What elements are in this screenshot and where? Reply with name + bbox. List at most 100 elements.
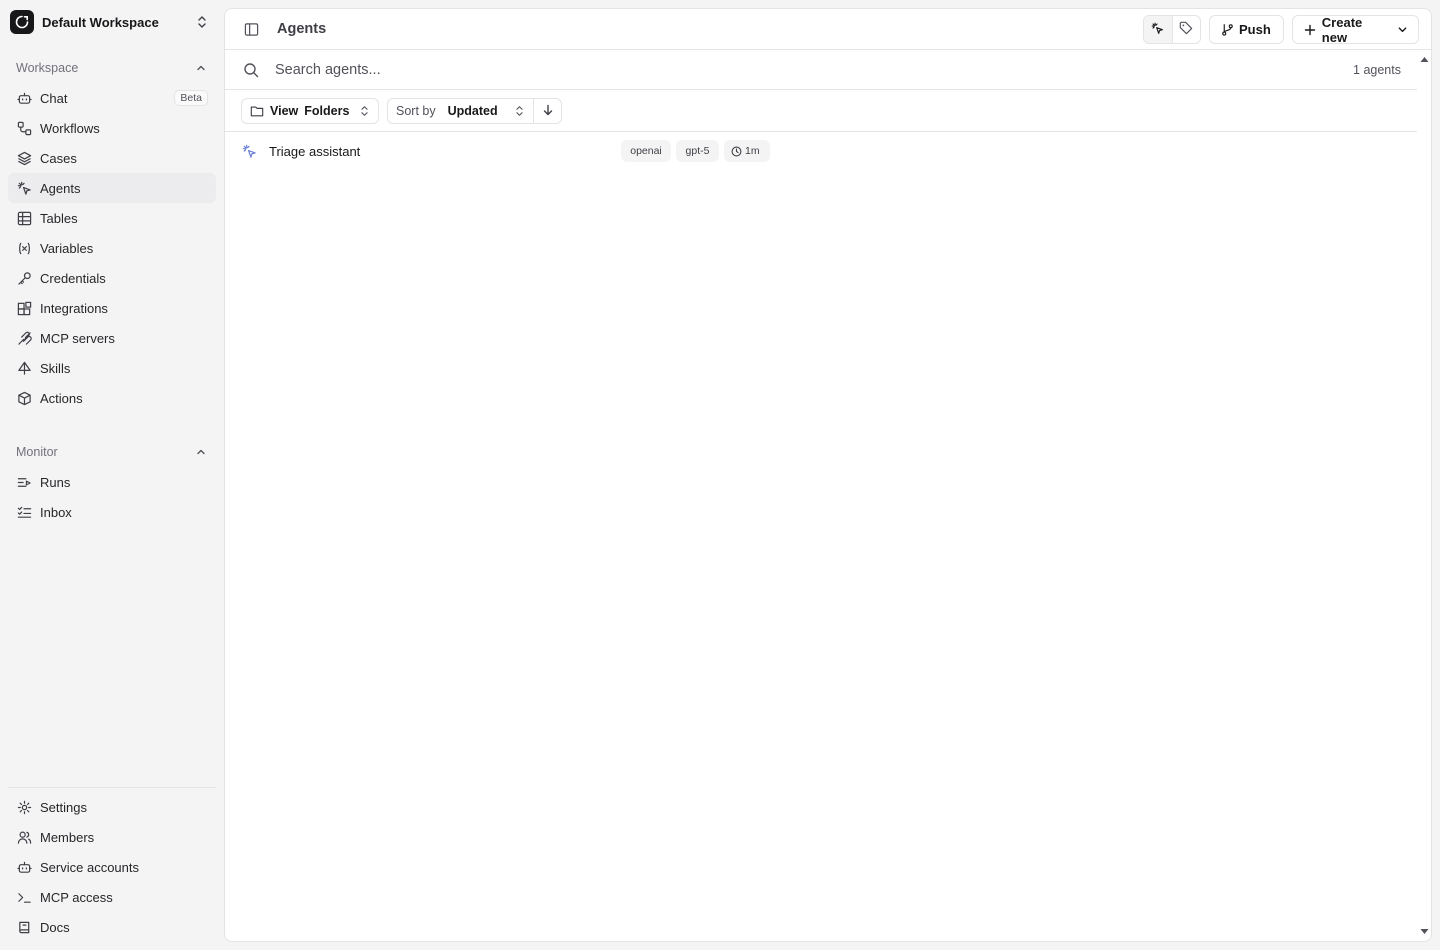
sidebar-item-label: Variables xyxy=(40,240,94,256)
bot-icon xyxy=(16,859,32,875)
updated-label: 1m xyxy=(745,145,760,157)
bottom-nav: Settings Members Service accounts MCP ac… xyxy=(8,792,216,942)
sidebar: Default Workspace Workspace Chat Beta Wo… xyxy=(0,0,224,950)
create-new-button[interactable]: Create new xyxy=(1292,14,1419,45)
beta-badge: Beta xyxy=(174,90,208,106)
sidebar-item-label: Runs xyxy=(40,474,71,490)
mcp-icon xyxy=(16,330,32,346)
sidebar-item-service-accounts[interactable]: Service accounts xyxy=(8,852,216,882)
sidebar-item-tables[interactable]: Tables xyxy=(8,203,216,233)
updated-tag: 1m xyxy=(724,140,770,162)
scroll-down-arrow-icon[interactable] xyxy=(1418,925,1430,937)
search-bar: 1 agents xyxy=(225,50,1417,90)
sidebar-item-label: MCP servers xyxy=(40,330,115,346)
sort-value: Updated xyxy=(447,104,498,118)
monitor-nav: Runs Inbox xyxy=(8,467,216,527)
sparkle-cursor-icon xyxy=(1151,22,1164,38)
push-button[interactable]: Push xyxy=(1209,15,1284,44)
list-checks-icon xyxy=(16,504,32,520)
sidebar-item-label: Actions xyxy=(40,390,83,406)
chevrons-up-down-icon xyxy=(358,104,370,118)
chevron-up-icon xyxy=(194,61,208,75)
sort-direction-button[interactable] xyxy=(533,99,561,123)
workspace-name: Default Workspace xyxy=(42,14,159,30)
workflow-icon xyxy=(16,120,32,136)
agents-view-button[interactable] xyxy=(1144,16,1172,43)
box-icon xyxy=(16,390,32,406)
sidebar-item-label: Members xyxy=(40,829,95,845)
terminal-icon xyxy=(16,889,32,905)
arrow-down-icon xyxy=(542,104,554,119)
blocks-icon xyxy=(16,300,32,316)
sidebar-item-inbox[interactable]: Inbox xyxy=(8,497,216,527)
gear-icon xyxy=(16,799,32,815)
sidebar-item-integrations[interactable]: Integrations xyxy=(8,293,216,323)
workspace-section-header[interactable]: Workspace xyxy=(8,56,216,80)
sidebar-item-skills[interactable]: Skills xyxy=(8,353,216,383)
sidebar-item-settings[interactable]: Settings xyxy=(8,792,216,822)
agent-name: Triage assistant xyxy=(269,144,361,159)
sidebar-item-cases[interactable]: Cases xyxy=(8,143,216,173)
search-input[interactable] xyxy=(275,58,1275,82)
sidebar-item-label: Credentials xyxy=(40,270,106,286)
sparkle-cursor-icon xyxy=(16,180,32,196)
scroll-up-arrow-icon[interactable] xyxy=(1418,53,1430,65)
sidebar-item-runs[interactable]: Runs xyxy=(8,467,216,497)
view-select[interactable]: View Folders xyxy=(241,98,379,124)
table-icon xyxy=(16,210,32,226)
create-new-label: Create new xyxy=(1321,14,1363,45)
book-icon xyxy=(16,919,32,935)
sidebar-item-members[interactable]: Members xyxy=(8,822,216,852)
sidebar-item-label: Cases xyxy=(40,150,77,166)
sidebar-toggle-icon[interactable] xyxy=(243,21,259,37)
sort-key: Sort by xyxy=(396,104,436,118)
model-tag: gpt-5 xyxy=(676,140,719,162)
users-icon xyxy=(16,829,32,845)
search-icon xyxy=(243,62,259,78)
sidebar-item-label: Settings xyxy=(40,799,87,815)
push-label: Push xyxy=(1239,22,1271,37)
workspace-logo-icon xyxy=(10,10,34,34)
tags-view-button[interactable] xyxy=(1171,16,1201,43)
sidebar-item-workflows[interactable]: Workflows xyxy=(8,113,216,143)
sidebar-item-variables[interactable]: Variables xyxy=(8,233,216,263)
sidebar-item-label: Inbox xyxy=(40,504,72,520)
tag-icon xyxy=(1179,21,1193,38)
view-value: Folders xyxy=(304,104,350,118)
workspace-nav: Chat Beta Workflows Cases Agents Tables … xyxy=(8,83,216,413)
sidebar-item-label: MCP access xyxy=(40,889,113,905)
folder-icon xyxy=(250,104,264,118)
sidebar-item-label: Chat xyxy=(40,90,68,106)
sidebar-divider xyxy=(8,787,216,788)
sidebar-item-docs[interactable]: Docs xyxy=(8,912,216,942)
sidebar-item-label: Workflows xyxy=(40,120,100,136)
view-key: View xyxy=(270,104,299,118)
skill-icon xyxy=(16,360,32,376)
workspace-switcher[interactable]: Default Workspace xyxy=(10,8,214,36)
workspace-section-label: Workspace xyxy=(16,61,79,75)
plus-icon xyxy=(1303,23,1317,37)
sidebar-item-mcp-servers[interactable]: MCP servers xyxy=(8,323,216,353)
sidebar-item-credentials[interactable]: Credentials xyxy=(8,263,216,293)
chevrons-up-down-icon xyxy=(513,104,525,118)
provider-tag: openai xyxy=(621,140,671,162)
clock-icon xyxy=(730,145,742,157)
sidebar-item-agents[interactable]: Agents xyxy=(8,173,216,203)
filter-bar: View Folders Sort by Updated xyxy=(225,91,1417,132)
sidebar-item-mcp-access[interactable]: MCP access xyxy=(8,882,216,912)
git-branch-icon xyxy=(1220,23,1234,37)
chevrons-up-down-icon xyxy=(194,14,210,30)
monitor-section-header[interactable]: Monitor xyxy=(8,440,216,464)
page-title: Agents xyxy=(277,21,327,37)
view-toggle-group xyxy=(1143,15,1201,44)
sidebar-item-label: Skills xyxy=(40,360,71,376)
agent-row[interactable]: Triage assistant openai gpt-5 1m xyxy=(225,139,1417,163)
key-icon xyxy=(16,270,32,286)
sort-select[interactable]: Sort by Updated xyxy=(387,98,562,124)
sidebar-item-actions[interactable]: Actions xyxy=(8,383,216,413)
main-panel: Agents Push Create new 1 agents xyxy=(224,8,1432,942)
sidebar-item-label: Docs xyxy=(40,919,70,935)
sidebar-item-chat[interactable]: Chat Beta xyxy=(8,83,216,113)
chevron-up-icon xyxy=(194,445,208,459)
layers-icon xyxy=(16,150,32,166)
